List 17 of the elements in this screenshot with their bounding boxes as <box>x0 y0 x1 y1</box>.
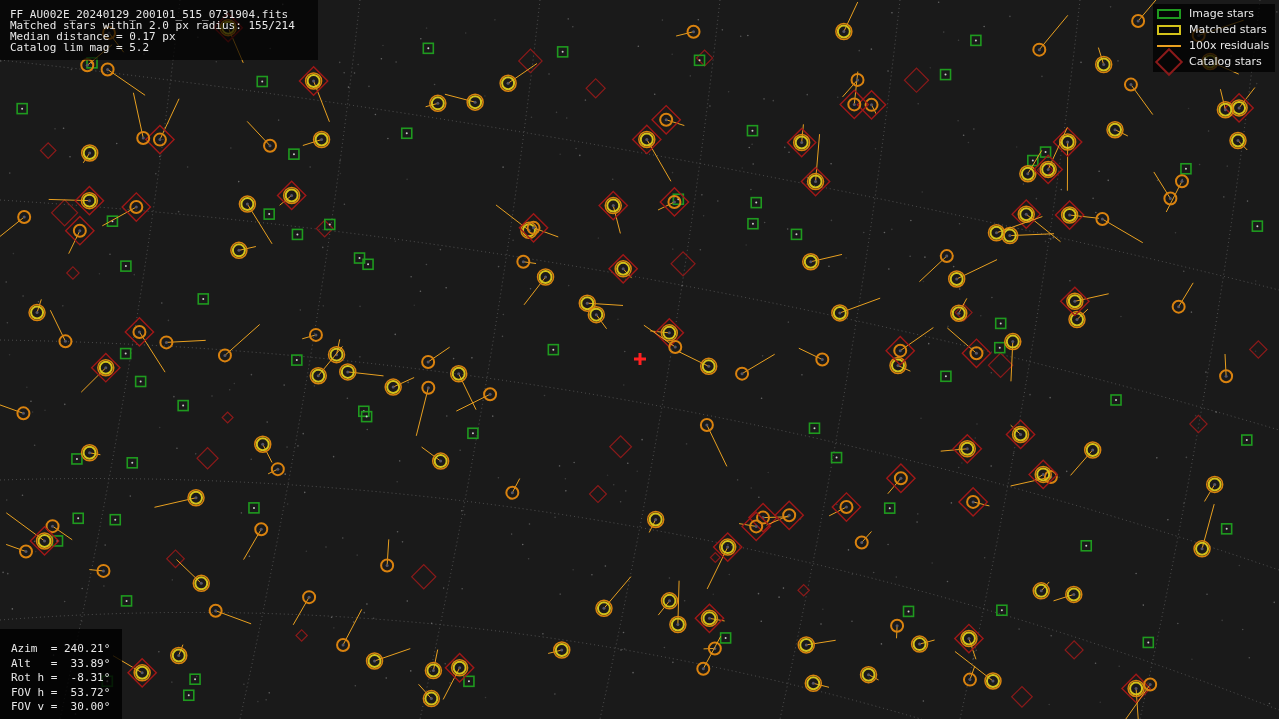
info-text: Median distance = 0.17 px <box>10 31 176 42</box>
info-text: Matched stars within 2.0 px radius: 155/214 <box>10 20 296 31</box>
pointing-text: Rot h = -8.31° <box>11 671 112 686</box>
outline-rectangle-icon <box>1157 9 1181 19</box>
pointing-text: FOV h = 53.72° <box>11 685 112 700</box>
center-cross-icon <box>632 351 648 367</box>
legend-label: 100x residuals <box>1189 40 1270 52</box>
info-text: FF_AU002E_20240129_200101_515_0731904.fits <box>10 9 290 20</box>
outline-rectangle-icon <box>1157 25 1181 35</box>
line-icon <box>1157 45 1181 47</box>
pointing-text: Azim = 240.21° <box>11 642 112 657</box>
pointing-text: FOV v = 30.00° <box>11 700 112 715</box>
pointing-text: Alt = 33.89° <box>11 656 112 671</box>
legend-label: Matched stars <box>1189 24 1267 36</box>
legend-label: Catalog stars <box>1189 56 1262 68</box>
legend-label: Image stars <box>1189 8 1254 20</box>
info-text: Catalog lim mag = 5.2 <box>10 42 151 53</box>
